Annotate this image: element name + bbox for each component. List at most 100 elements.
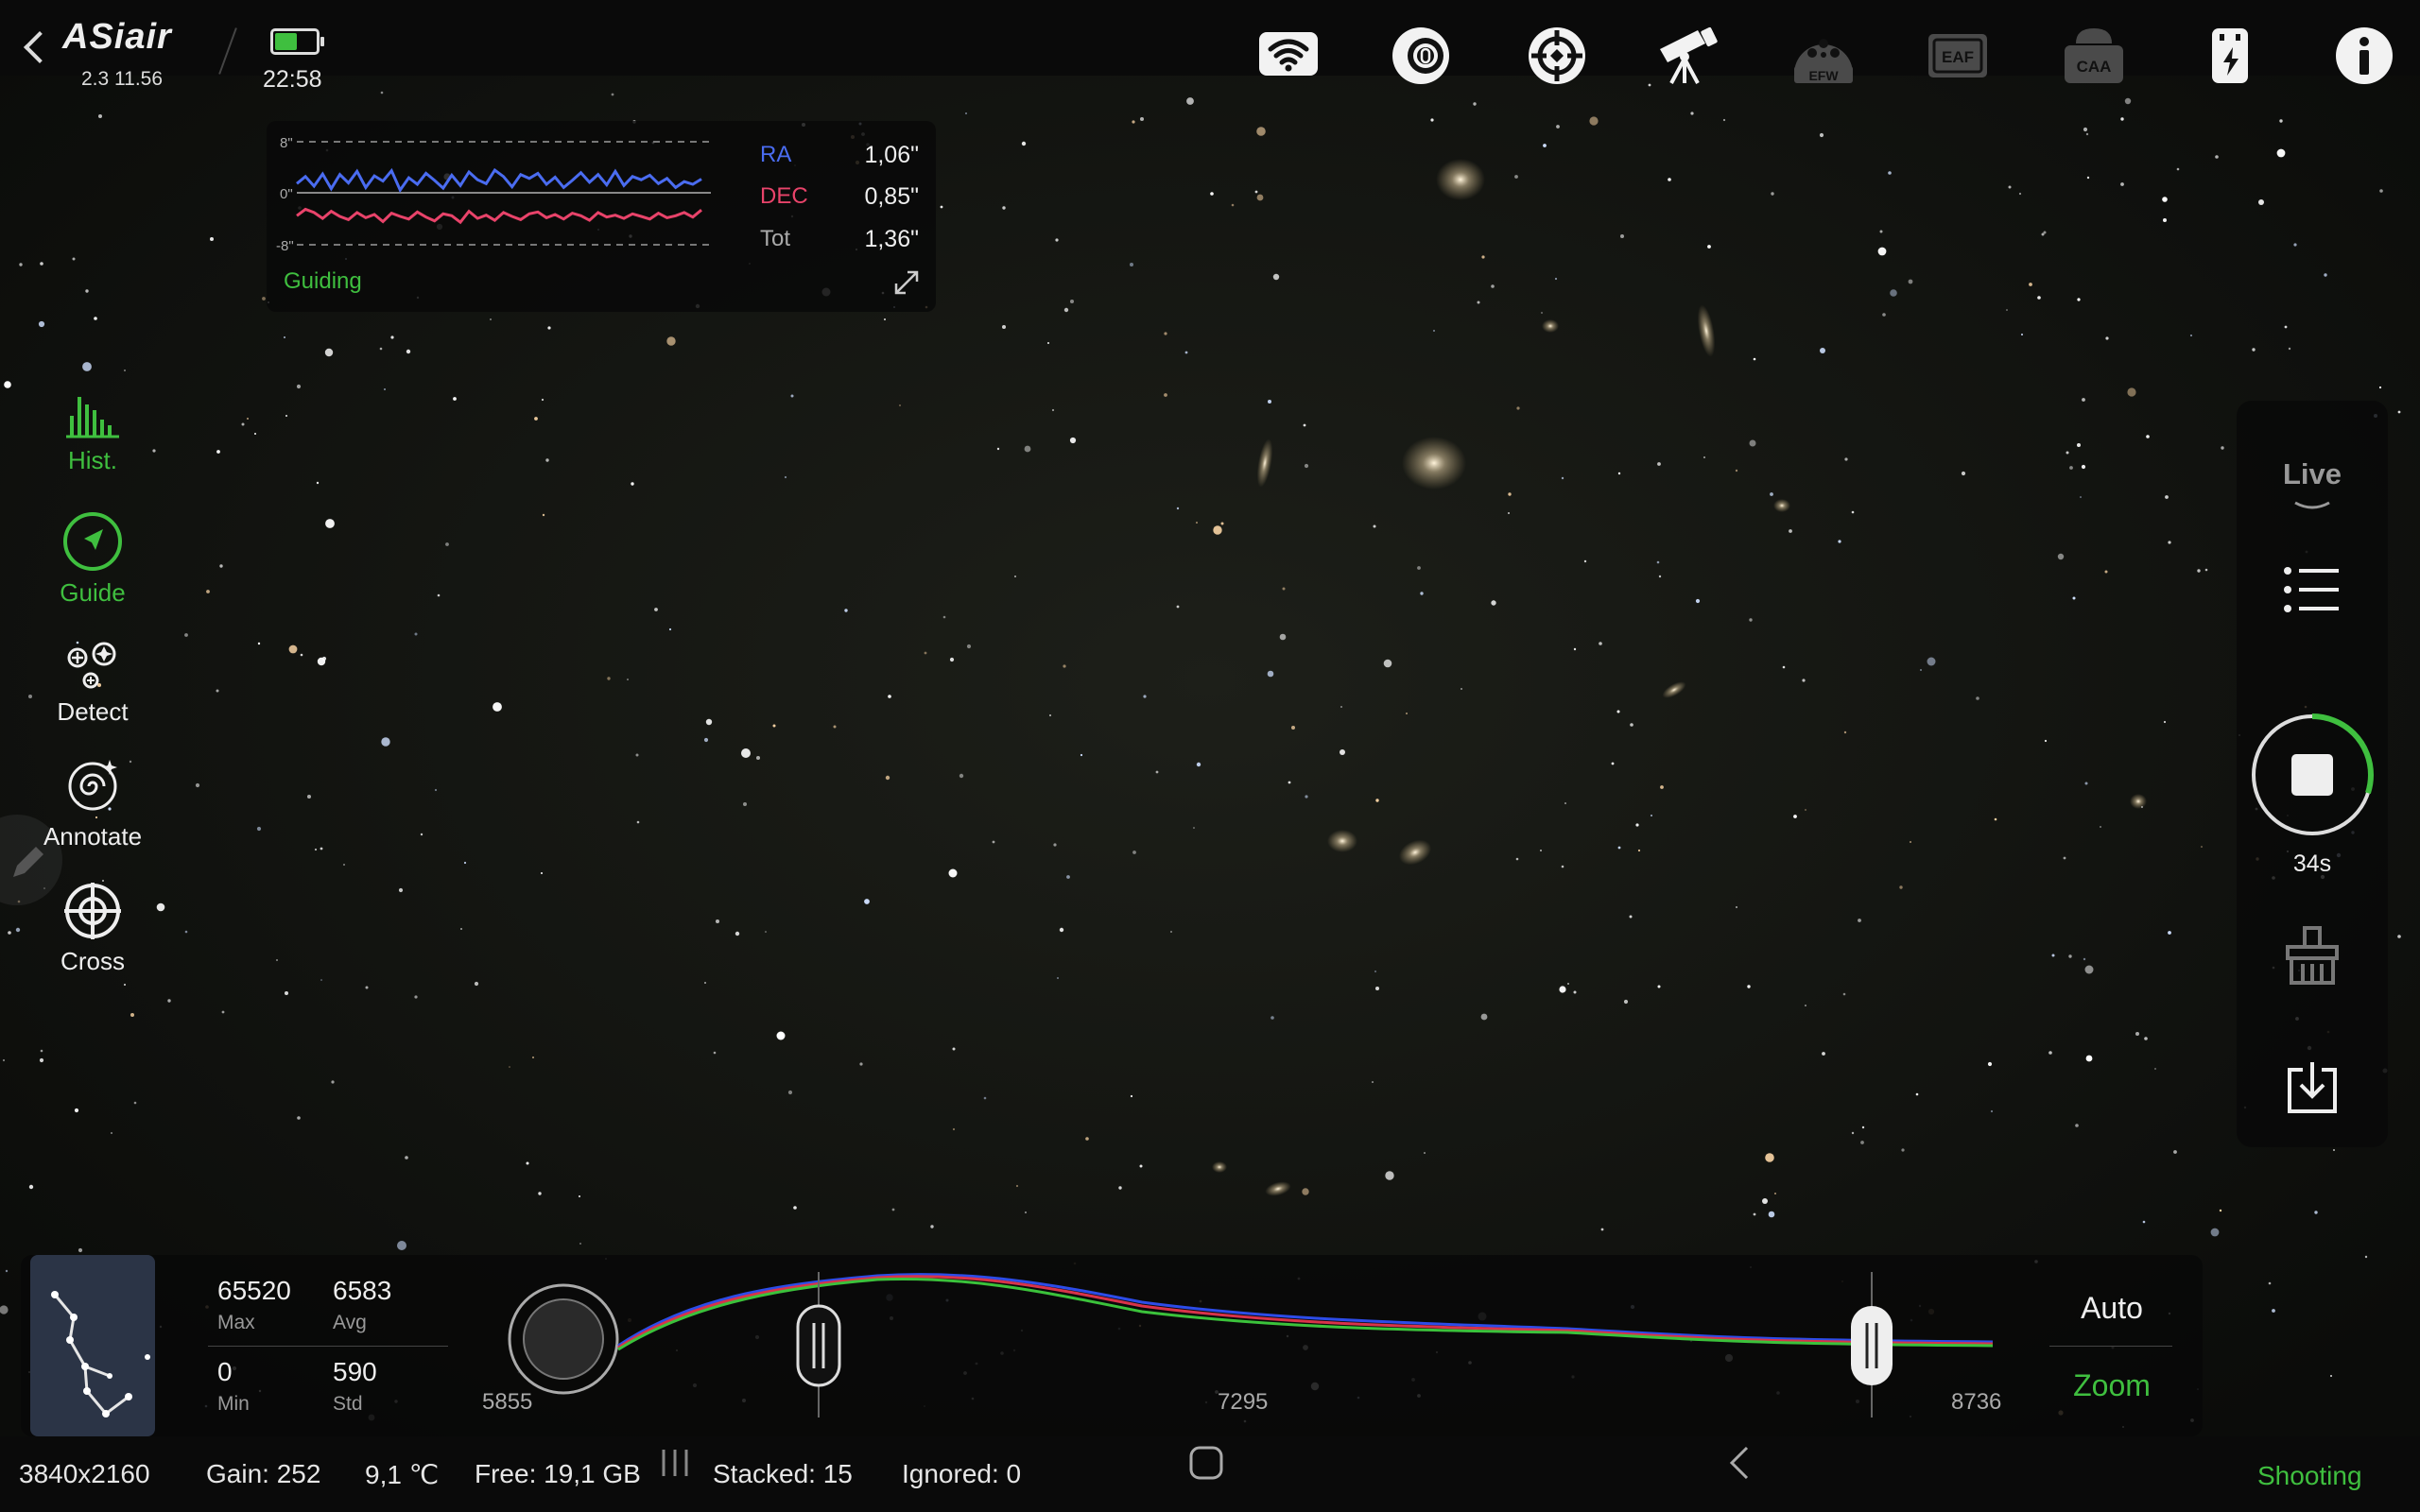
star <box>2162 197 2168 202</box>
star <box>1176 507 1180 510</box>
stat-std-label: Std <box>333 1393 363 1415</box>
stat-divider <box>208 1346 448 1347</box>
star <box>2154 1068 2156 1070</box>
stat-std-value: 590 <box>333 1357 377 1386</box>
camera-icon[interactable] <box>1390 25 1452 87</box>
axis-mid-label: 7295 <box>1218 1389 1269 1415</box>
tool-cross[interactable]: Cross <box>19 881 166 976</box>
download-icon[interactable] <box>2284 1058 2341 1115</box>
wifi-icon[interactable] <box>1257 25 1320 87</box>
star <box>1130 263 1133 266</box>
star <box>2144 1037 2148 1040</box>
auto-button[interactable]: Auto <box>2049 1291 2174 1326</box>
star <box>124 984 126 986</box>
shooting-status: Shooting <box>2257 1461 2362 1490</box>
star <box>899 404 901 406</box>
star <box>1267 670 1274 678</box>
star <box>1514 175 1518 179</box>
star <box>509 1066 510 1068</box>
star <box>124 369 126 371</box>
star <box>1374 971 1376 972</box>
recent-apps-icon[interactable] <box>658 1446 692 1480</box>
star <box>1303 423 1306 427</box>
stat-min-label: Min <box>217 1393 250 1415</box>
home-icon[interactable] <box>1187 1444 1225 1482</box>
star <box>1623 999 1629 1005</box>
constellation-icon <box>51 1291 150 1418</box>
star <box>1140 117 1144 121</box>
star <box>184 930 188 934</box>
tool-label: Cross <box>60 947 125 975</box>
star <box>1085 1137 1089 1141</box>
telescope-icon[interactable] <box>1656 25 1719 87</box>
stop-button[interactable] <box>2250 713 2375 837</box>
eaf-icon[interactable]: EAF <box>1927 25 1989 87</box>
zoom-button[interactable]: Zoom <box>2049 1368 2174 1403</box>
star <box>833 725 837 729</box>
list-icon[interactable] <box>2282 563 2342 616</box>
tool-annotate[interactable]: Annotate <box>19 756 166 851</box>
star <box>1879 230 1883 233</box>
mode-selector[interactable]: Live <box>2237 457 2388 491</box>
star <box>1406 713 1408 714</box>
star <box>296 384 302 389</box>
right-control-panel: Live 34s <box>2237 401 2388 1147</box>
caa-icon[interactable]: CAA <box>2063 25 2125 87</box>
gain-readout: Gain: 252 <box>206 1459 321 1488</box>
star <box>2085 132 2089 136</box>
star <box>1256 194 1264 201</box>
temperature-readout: 9,1 ℃ <box>365 1460 440 1489</box>
star <box>1164 393 1167 397</box>
star <box>2173 1150 2177 1154</box>
star <box>2252 348 2256 352</box>
tool-histogram[interactable]: Hist. <box>19 387 166 475</box>
star <box>2268 1281 2272 1285</box>
star <box>1193 827 1195 829</box>
tool-guide[interactable]: Guide <box>19 510 166 608</box>
star <box>398 887 404 893</box>
black-point-handle[interactable] <box>796 1304 841 1387</box>
star <box>579 1243 581 1245</box>
dec-series-line <box>296 207 702 225</box>
star <box>1186 97 1194 105</box>
star <box>1080 753 1083 757</box>
star <box>1747 985 1751 988</box>
star <box>1268 400 1271 404</box>
chevron-down-icon[interactable] <box>2291 499 2333 514</box>
star <box>538 1192 542 1195</box>
star <box>2168 541 2171 544</box>
clean-brush-icon[interactable] <box>2284 926 2341 987</box>
star <box>1961 471 1966 476</box>
star <box>216 689 219 693</box>
star <box>1063 307 1069 313</box>
tool-detect[interactable]: Detect <box>19 639 166 727</box>
histogram-panel: 65520 Max 6583 Avg 0 Min 590 Std 5855 72… <box>21 1255 2203 1436</box>
star <box>397 1241 406 1250</box>
white-point-handle[interactable] <box>1851 1306 1893 1385</box>
star <box>607 677 611 680</box>
info-icon[interactable] <box>2333 25 2395 87</box>
star <box>1305 795 1308 799</box>
star <box>534 417 538 421</box>
star <box>526 1161 529 1165</box>
constellation-thumbnail[interactable] <box>30 1255 155 1436</box>
star <box>1015 1184 1019 1188</box>
star <box>940 205 943 209</box>
guide-target-icon[interactable] <box>1526 25 1588 87</box>
back-chevron-icon[interactable] <box>24 31 56 63</box>
star <box>254 433 256 435</box>
star <box>5 1269 9 1273</box>
guiding-panel[interactable]: 8" 0" -8" RA 1,06" DEC 0,85" Tot 1,36" G… <box>267 121 936 312</box>
usb-power-icon[interactable] <box>2199 25 2261 87</box>
star <box>2146 435 2150 438</box>
star <box>627 679 629 680</box>
stat-max: 65520 Max <box>217 1276 291 1334</box>
efw-icon[interactable]: EFW <box>1792 25 1855 87</box>
tool-label: Guide <box>60 578 126 607</box>
star <box>2051 954 2055 957</box>
expand-icon[interactable] <box>892 268 921 297</box>
star <box>19 263 23 266</box>
battery-level <box>275 33 298 50</box>
nav-back-icon[interactable] <box>1722 1444 1756 1482</box>
star <box>1620 234 1624 238</box>
